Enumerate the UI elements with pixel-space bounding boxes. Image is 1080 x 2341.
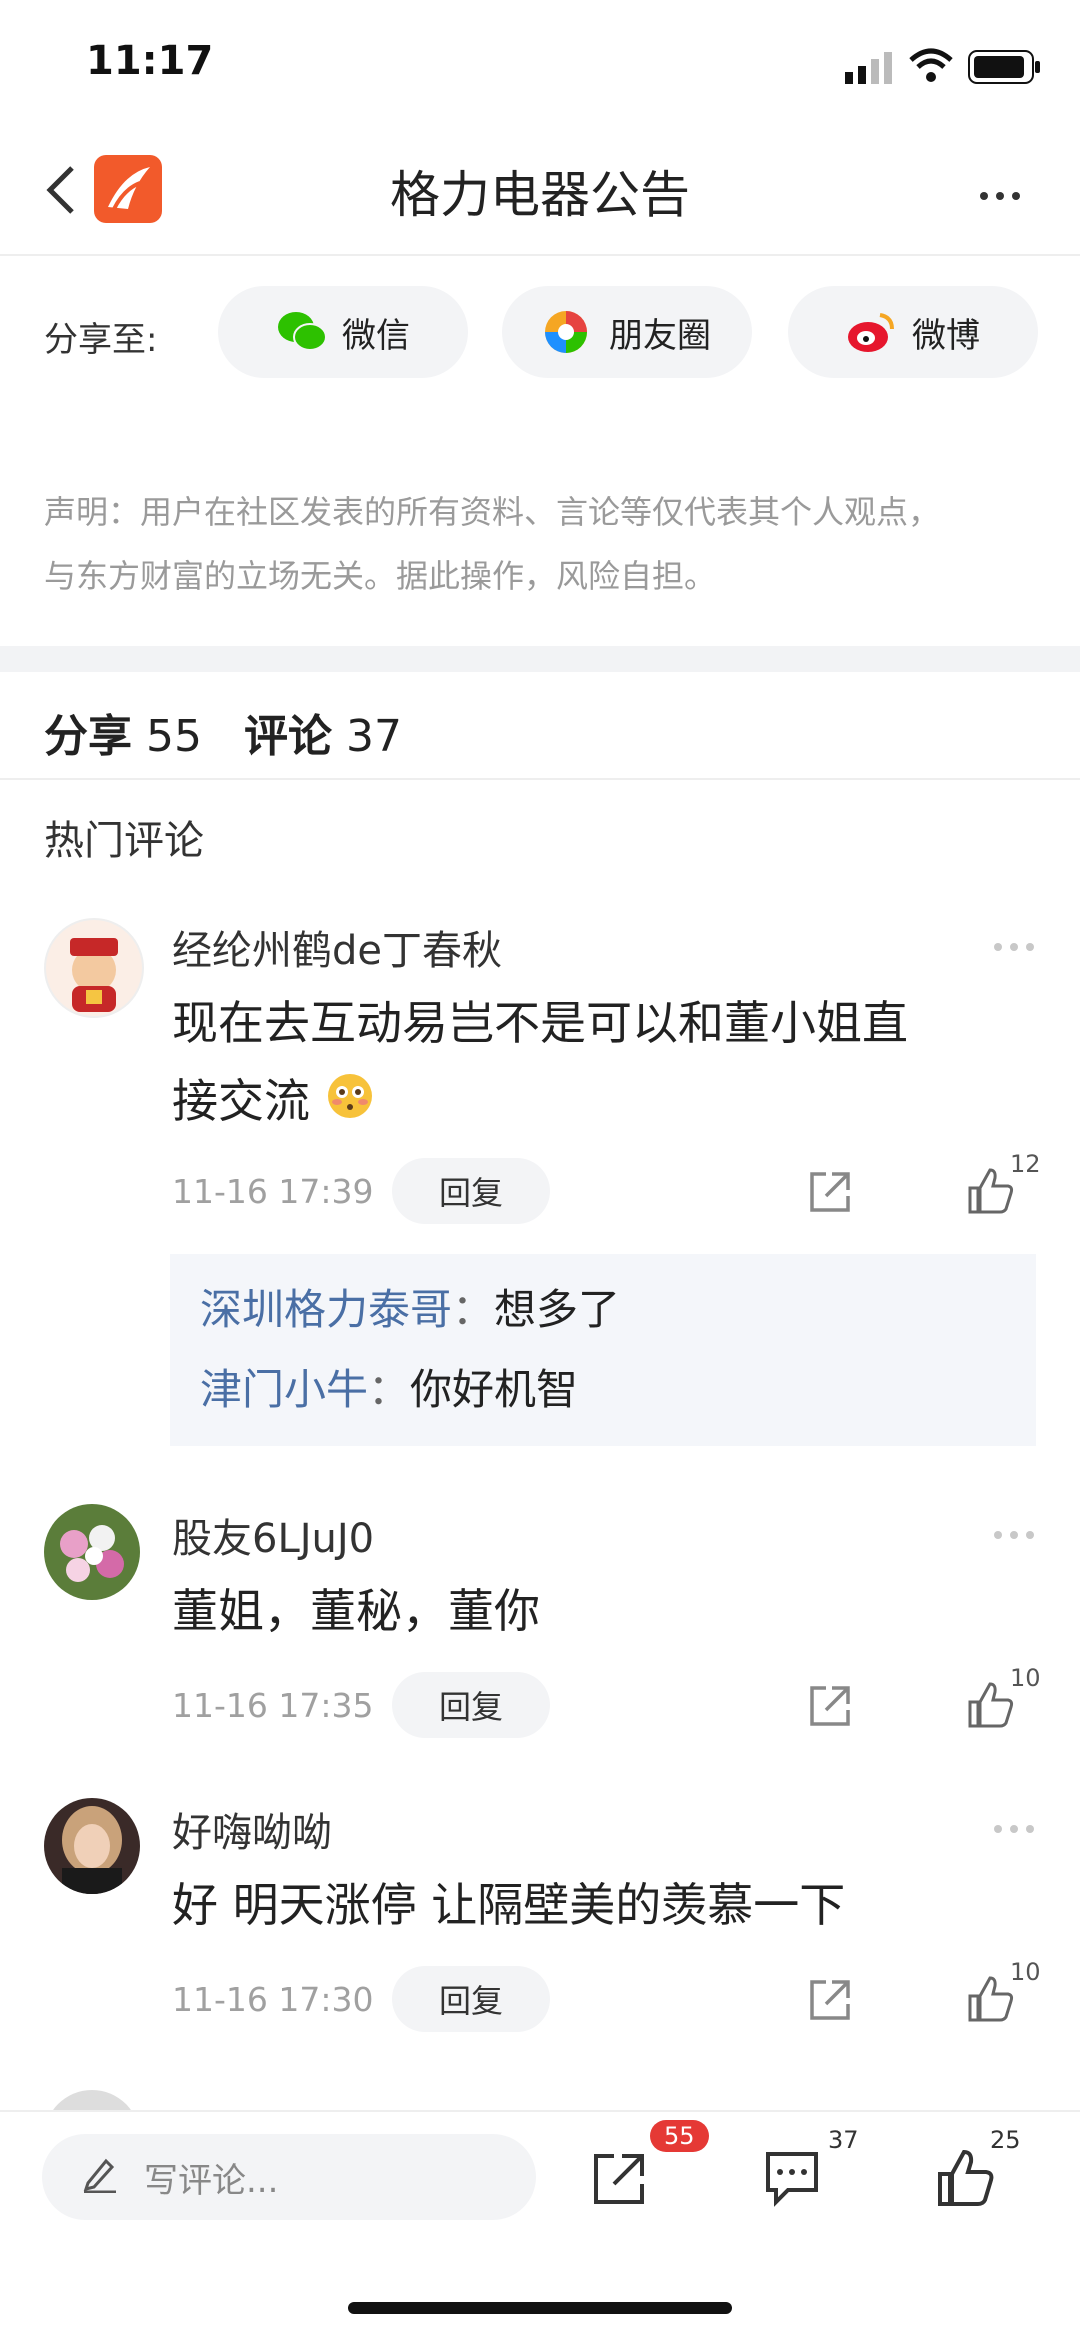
- share-weibo-label: 微博: [912, 315, 980, 356]
- share-count-badge: 55: [650, 2120, 709, 2152]
- share-label: 分享至:: [44, 320, 158, 360]
- comment-text: 好 明天涨停 让隔壁美的羡慕一下: [172, 1866, 1032, 1944]
- like-count: 25: [990, 2126, 1021, 2154]
- flushed-emoji-icon: [325, 1066, 375, 1144]
- home-indicator: [348, 2302, 732, 2314]
- like-count: 10: [1010, 1664, 1041, 1692]
- comment-input-placeholder: 写评论...: [144, 2160, 279, 2201]
- comment-time: 11-16 17:30: [172, 1980, 374, 2019]
- comment-input[interactable]: 写评论...: [42, 2134, 536, 2220]
- like-count: 12: [1010, 1150, 1041, 1178]
- like-count: 10: [1010, 1958, 1041, 1986]
- comment-username[interactable]: 股友6LJuJ0: [172, 1506, 374, 1564]
- comment-text-line: 董姐，董秘，董你: [172, 1584, 540, 1638]
- share-moments-button[interactable]: 朋友圈: [502, 286, 752, 378]
- like-icon[interactable]: [936, 2148, 996, 2208]
- reply-username[interactable]: 深圳格力泰哥: [200, 1285, 452, 1334]
- comment-count: 37: [345, 711, 402, 762]
- reply-button[interactable]: 回复: [392, 1672, 550, 1738]
- comment-more-icon[interactable]: [994, 1818, 1042, 1837]
- status-time: 11:17: [86, 38, 214, 84]
- moments-icon: [543, 309, 589, 355]
- comment-time: 11-16 17:39: [172, 1172, 374, 1211]
- reply-text: 你好机智: [410, 1365, 579, 1414]
- divider: [0, 778, 1080, 780]
- share-icon[interactable]: [590, 2148, 650, 2208]
- share-icon[interactable]: [806, 1168, 854, 1216]
- comment-count: 37: [828, 2126, 859, 2154]
- comment-time: 11-16 17:35: [172, 1686, 374, 1725]
- like-icon[interactable]: [966, 1680, 1016, 1730]
- comment-text: 董姐，董秘，董你: [172, 1572, 1032, 1650]
- comment-text-line: 好 明天涨停 让隔壁美的羡慕一下: [172, 1878, 846, 1932]
- share-weibo-button[interactable]: 微博: [788, 286, 1038, 378]
- disclaimer: 声明：用户在社区发表的所有资料、言论等仅代表其个人观点， 与东方财富的立场无关。…: [44, 480, 1044, 608]
- share-wechat-label: 微信: [342, 315, 410, 356]
- signal-icon: [845, 52, 895, 88]
- like-icon[interactable]: [966, 1166, 1016, 1216]
- comment-more-icon[interactable]: [994, 936, 1042, 955]
- avatar[interactable]: [44, 1504, 140, 1600]
- comment-count-label: 评论: [243, 711, 332, 762]
- comment-username[interactable]: 经纶州鹤de丁春秋: [172, 918, 502, 976]
- reply-button[interactable]: 回复: [392, 1158, 550, 1224]
- battery-icon: [968, 50, 1042, 88]
- share-icon[interactable]: [806, 1682, 854, 1730]
- page-title: 格力电器公告: [390, 166, 690, 224]
- reply-item: 深圳格力泰哥：想多了: [200, 1276, 620, 1337]
- share-moments-label: 朋友圈: [609, 315, 711, 356]
- reply-username[interactable]: 津门小牛: [200, 1365, 368, 1414]
- comment-text: 现在去互动易岂不是可以和董小姐直 接交流: [172, 984, 1032, 1144]
- comment-text-line: 现在去互动易岂不是可以和董小姐直: [172, 996, 908, 1050]
- reply-preview-box[interactable]: 深圳格力泰哥：想多了 津门小牛：你好机智: [170, 1254, 1036, 1446]
- hot-comments-title: 热门评论: [44, 818, 204, 864]
- comment-icon[interactable]: [762, 2148, 822, 2208]
- reply-separator: ：: [452, 1285, 495, 1334]
- reply-button[interactable]: 回复: [392, 1966, 550, 2032]
- weibo-icon: [846, 309, 894, 355]
- wifi-icon: [908, 48, 954, 88]
- share-count: 55: [146, 711, 202, 762]
- avatar[interactable]: [44, 1798, 140, 1894]
- disclaimer-line: 与东方财富的立场无关。据此操作，风险自担。: [44, 557, 717, 595]
- share-icon[interactable]: [806, 1976, 854, 2024]
- divider: [0, 254, 1080, 256]
- reply-text: 想多了: [494, 1285, 621, 1334]
- more-icon[interactable]: [980, 185, 1028, 204]
- pencil-icon: [82, 2153, 118, 2202]
- comment-text-line: 接交流: [172, 1062, 1032, 1144]
- disclaimer-line: 声明：用户在社区发表的所有资料、言论等仅代表其个人观点，: [44, 493, 941, 531]
- share-wechat-button[interactable]: 微信: [218, 286, 468, 378]
- share-count-label: 分享: [44, 711, 132, 762]
- reply-separator: ：: [368, 1365, 411, 1414]
- comment-more-icon[interactable]: [994, 1524, 1042, 1543]
- counts-row: 分享 55 评论 37: [44, 700, 402, 764]
- avatar[interactable]: [44, 918, 144, 1018]
- like-icon[interactable]: [966, 1974, 1016, 2024]
- comment-username[interactable]: 好嗨呦呦: [172, 1800, 332, 1858]
- section-divider: [0, 646, 1080, 672]
- reply-item: 津门小牛：你好机智: [200, 1356, 578, 1417]
- wechat-icon: [276, 309, 327, 355]
